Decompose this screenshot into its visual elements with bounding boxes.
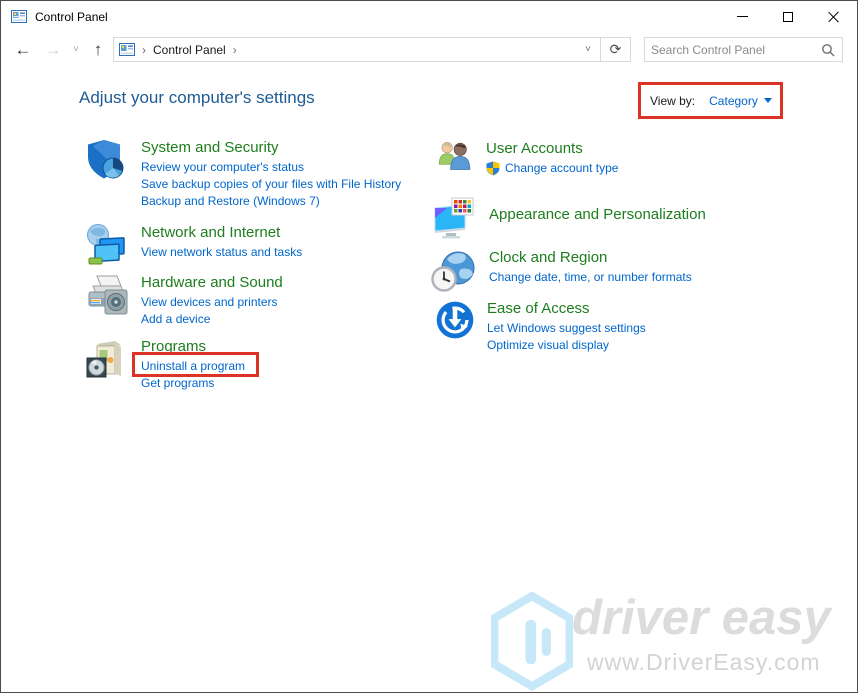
- category-title[interactable]: Network and Internet: [141, 224, 302, 241]
- back-icon: ←: [15, 40, 32, 60]
- breadcrumb-control-panel[interactable]: Control Panel: [153, 43, 226, 57]
- link-change-date-time[interactable]: Change date, time, or number formats: [489, 269, 692, 286]
- category-user-accounts: User Accounts Change account type: [434, 138, 618, 180]
- category-ease-of-access: Ease of Access Let Windows suggest setti…: [433, 298, 646, 354]
- control-panel-breadcrumb-icon: [119, 42, 135, 58]
- category-title[interactable]: Appearance and Personalization: [489, 206, 706, 223]
- link-file-history[interactable]: Save backup copies of your files with Fi…: [141, 176, 401, 193]
- category-title[interactable]: Hardware and Sound: [141, 274, 283, 291]
- category-programs: Programs Uninstall a program Get program…: [83, 336, 245, 392]
- breadcrumb-chevron-icon: ›: [142, 43, 146, 57]
- search-box: [644, 37, 843, 62]
- refresh-icon: ⟳: [610, 41, 622, 58]
- view-by-annotation-box: View by: Category: [638, 82, 783, 119]
- window-title: Control Panel: [35, 10, 108, 24]
- category-network-and-internet: Network and Internet View network status…: [83, 222, 302, 270]
- hardware-and-sound-icon[interactable]: [83, 272, 131, 320]
- address-bar[interactable]: › Control Panel › ˅: [113, 37, 601, 62]
- forward-button[interactable]: →: [39, 33, 67, 66]
- category-system-and-security: System and Security Review your computer…: [83, 137, 401, 210]
- category-title[interactable]: User Accounts: [486, 140, 618, 157]
- link-review-computer-status[interactable]: Review your computer's status: [141, 159, 401, 176]
- dropdown-triangle-icon: [764, 98, 772, 103]
- breadcrumb-chevron-icon[interactable]: ›: [233, 43, 237, 57]
- view-by-label: View by:: [650, 94, 695, 108]
- search-icon[interactable]: [821, 43, 835, 57]
- link-optimize-visual-display[interactable]: Optimize visual display: [487, 337, 646, 354]
- link-change-account-type[interactable]: Change account type: [486, 160, 618, 177]
- minimize-icon: [737, 16, 748, 17]
- category-title[interactable]: Ease of Access: [487, 300, 646, 317]
- minimize-button[interactable]: [719, 1, 765, 32]
- forward-icon: →: [45, 40, 62, 60]
- link-get-programs[interactable]: Get programs: [141, 375, 245, 392]
- link-add-a-device[interactable]: Add a device: [141, 311, 283, 328]
- programs-icon[interactable]: [83, 336, 131, 384]
- driver-easy-logo-icon: [491, 592, 573, 692]
- category-title[interactable]: Clock and Region: [489, 249, 692, 266]
- title-bar: Control Panel: [1, 1, 857, 33]
- clock-and-region-icon[interactable]: [431, 247, 479, 295]
- up-button[interactable]: ↑: [85, 33, 111, 66]
- system-and-security-icon[interactable]: [83, 137, 131, 185]
- maximize-icon: [783, 12, 793, 22]
- view-by-value: Category: [709, 94, 758, 108]
- user-accounts-icon[interactable]: [434, 138, 476, 180]
- maximize-button[interactable]: [765, 1, 811, 32]
- close-icon: [828, 11, 840, 23]
- address-dropdown-icon[interactable]: ˅: [576, 44, 600, 55]
- link-view-devices-printers[interactable]: View devices and printers: [141, 294, 283, 311]
- recent-pages-button[interactable]: ˅: [67, 33, 85, 66]
- ease-of-access-icon[interactable]: [433, 298, 477, 342]
- network-and-internet-icon[interactable]: [83, 222, 131, 270]
- category-appearance-personalization: Appearance and Personalization: [431, 196, 706, 244]
- category-title[interactable]: Programs: [141, 338, 245, 355]
- watermark-brand: driver easy: [572, 590, 831, 646]
- navigation-bar: ← → ˅ ↑ › Control Panel › ˅ ⟳: [1, 33, 857, 66]
- uac-shield-icon: [486, 161, 500, 176]
- appearance-personalization-icon[interactable]: [431, 196, 479, 244]
- link-windows-suggest-settings[interactable]: Let Windows suggest settings: [487, 320, 646, 337]
- page-title: Adjust your computer's settings: [79, 88, 315, 108]
- search-input[interactable]: [645, 43, 821, 57]
- view-by-dropdown[interactable]: Category: [709, 94, 772, 108]
- category-clock-and-region: Clock and Region Change date, time, or n…: [431, 247, 692, 295]
- refresh-button[interactable]: ⟳: [601, 37, 631, 62]
- watermark-url: www.DriverEasy.com: [587, 649, 821, 676]
- link-label: Change account type: [505, 160, 618, 177]
- category-title[interactable]: System and Security: [141, 139, 401, 156]
- close-button[interactable]: [811, 1, 857, 32]
- driver-easy-watermark: driver easy www.DriverEasy.com: [477, 587, 857, 692]
- link-backup-restore[interactable]: Backup and Restore (Windows 7): [141, 193, 401, 210]
- back-button[interactable]: ←: [9, 33, 37, 66]
- control-panel-app-icon: [11, 9, 27, 25]
- category-hardware-and-sound: Hardware and Sound View devices and prin…: [83, 272, 283, 328]
- link-uninstall-a-program[interactable]: Uninstall a program: [141, 358, 245, 375]
- link-view-network-status[interactable]: View network status and tasks: [141, 244, 302, 261]
- up-icon: ↑: [94, 40, 103, 60]
- chevron-down-icon: ˅: [73, 44, 79, 55]
